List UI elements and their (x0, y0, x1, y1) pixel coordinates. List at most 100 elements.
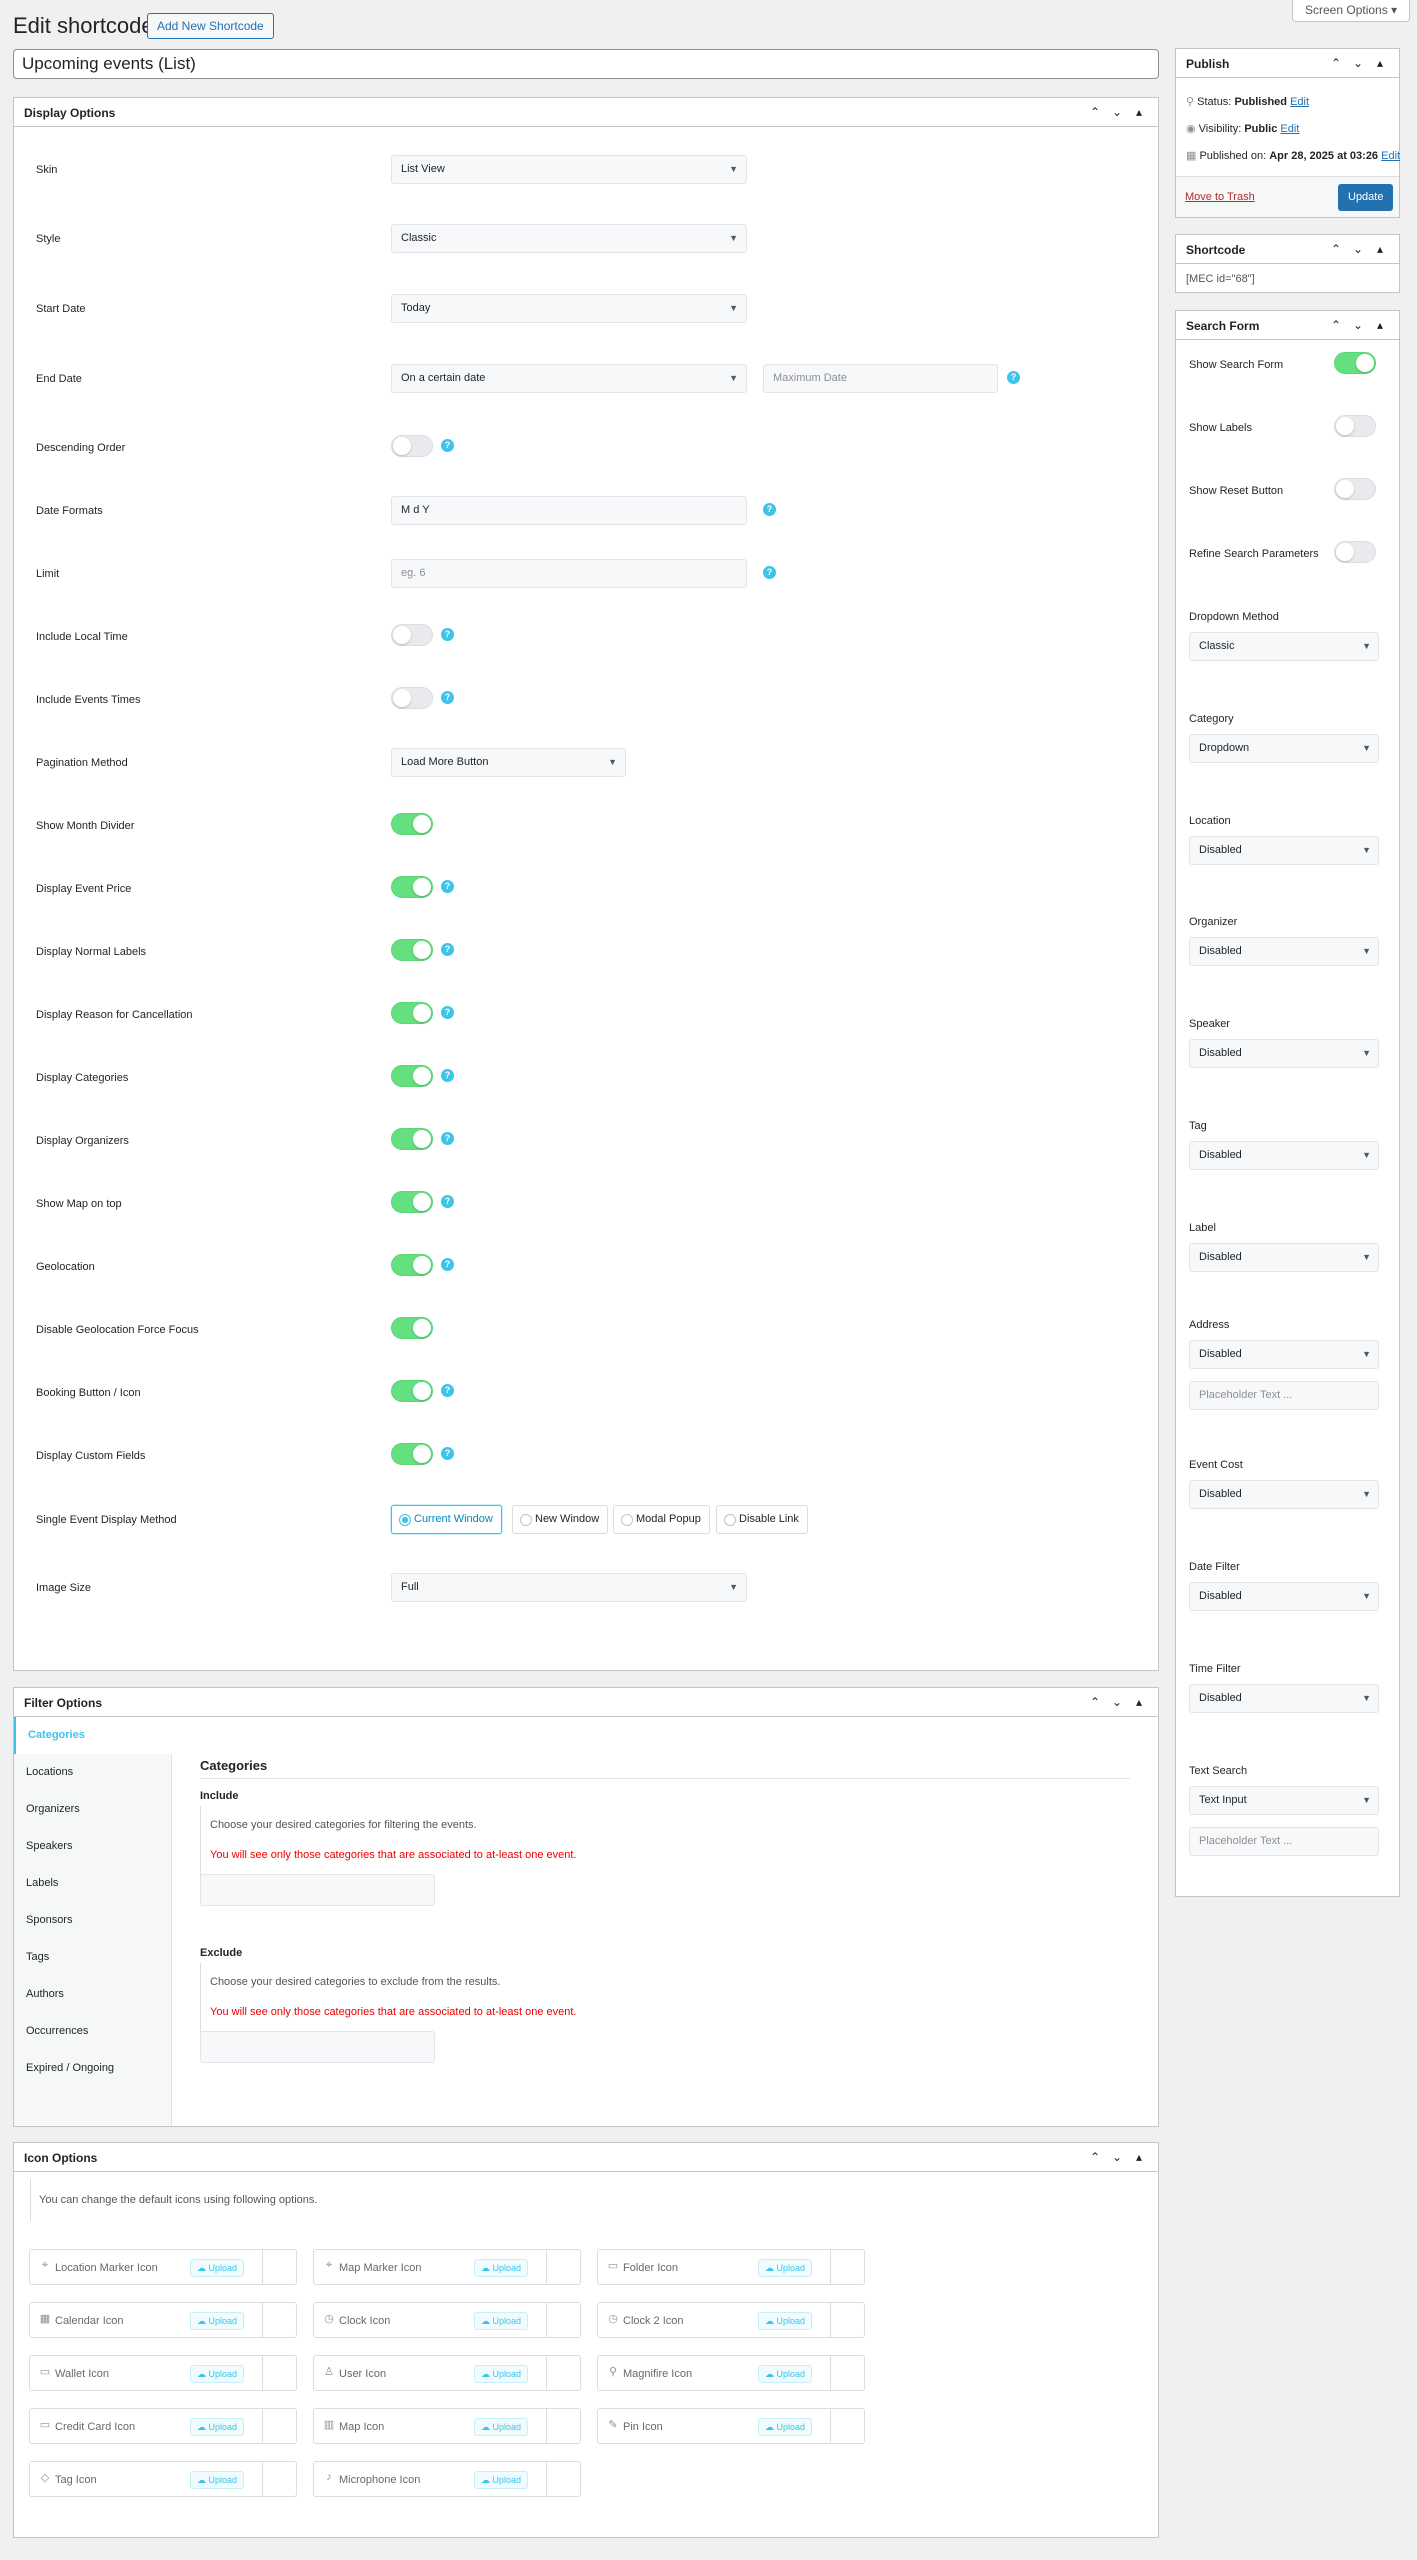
display-method-radio[interactable]: Current Window (391, 1505, 502, 1534)
move-down-icon[interactable]: ⌄ (1108, 1693, 1126, 1711)
move-up-icon[interactable]: ⌃ (1086, 2148, 1104, 2166)
edit-status-link[interactable]: Edit (1290, 96, 1309, 108)
display-method-radio[interactable]: New Window (512, 1505, 609, 1534)
shortcode-value[interactable]: [MEC id="68"] (1186, 273, 1255, 285)
move-up-icon[interactable]: ⌃ (1086, 1693, 1104, 1711)
style-select[interactable]: Classic ▼ (391, 224, 747, 253)
upload-button[interactable]: ☁ Upload (474, 2365, 529, 2383)
upload-button[interactable]: ☁ Upload (474, 2471, 529, 2489)
option-toggle[interactable] (391, 1443, 433, 1465)
upload-button[interactable]: ☁ Upload (190, 2259, 245, 2277)
upload-button[interactable]: ☁ Upload (474, 2312, 529, 2330)
help-icon[interactable]: ? (441, 943, 454, 956)
move-down-icon[interactable]: ⌄ (1349, 240, 1367, 258)
filter-tab[interactable]: Speakers (14, 1828, 171, 1865)
filter-tab[interactable]: Locations (14, 1754, 171, 1791)
help-icon[interactable]: ? (441, 880, 454, 893)
collapse-icon[interactable]: ▴ (1371, 54, 1389, 72)
post-title-input[interactable]: Upcoming events (List) (13, 49, 1159, 79)
help-icon[interactable]: ? (441, 1195, 454, 1208)
image-size-select[interactable]: Full ▼ (391, 1573, 747, 1602)
help-icon[interactable]: ? (763, 566, 776, 579)
event-cost-select[interactable]: Disabled ▼ (1189, 1480, 1379, 1509)
search-field-select[interactable]: Disabled ▼ (1189, 1039, 1379, 1069)
filter-tab[interactable]: Expired / Ongoing (14, 2050, 171, 2087)
search-option-toggle[interactable] (1334, 541, 1376, 563)
search-option-toggle[interactable] (1334, 415, 1376, 437)
filter-tab[interactable]: Sponsors (14, 1902, 171, 1939)
upload-button[interactable]: ☁ Upload (474, 2259, 529, 2277)
upload-button[interactable]: ☁ Upload (190, 2471, 245, 2489)
filter-tab[interactable]: Tags (14, 1939, 171, 1976)
option-toggle[interactable] (391, 1128, 433, 1150)
search-option-toggle[interactable] (1334, 478, 1376, 500)
exclude-categories-select[interactable] (200, 2031, 435, 2063)
update-button[interactable]: Update (1338, 184, 1394, 211)
help-icon[interactable]: ? (441, 439, 454, 452)
search-form-header[interactable]: Search Form ⌃ ⌄ ▴ (1176, 311, 1399, 340)
end-date-select[interactable]: On a certain date ▼ (391, 364, 747, 393)
search-field-select[interactable]: Dropdown ▼ (1189, 734, 1379, 763)
text-search-select[interactable]: Text Input ▼ (1189, 1786, 1379, 1815)
upload-button[interactable]: ☁ Upload (190, 2418, 245, 2436)
upload-button[interactable]: ☁ Upload (758, 2418, 813, 2436)
pagination-method-select[interactable]: Load More Button ▼ (391, 748, 626, 777)
search-field-select[interactable]: Disabled ▼ (1189, 1140, 1379, 1170)
collapse-icon[interactable]: ▴ (1130, 103, 1148, 121)
collapse-icon[interactable]: ▴ (1130, 2148, 1148, 2166)
collapse-icon[interactable]: ▴ (1130, 1693, 1148, 1711)
help-icon[interactable]: ? (1007, 371, 1020, 384)
help-icon[interactable]: ? (441, 691, 454, 704)
search-field-select[interactable]: Disabled ▼ (1189, 1242, 1379, 1272)
edit-date-link[interactable]: Edit (1381, 150, 1400, 162)
option-toggle[interactable] (391, 1254, 433, 1276)
display-method-radio[interactable]: Disable Link (716, 1505, 808, 1534)
address-placeholder-input[interactable]: Placeholder Text ... (1189, 1381, 1379, 1410)
move-down-icon[interactable]: ⌄ (1108, 103, 1126, 121)
date-filter-select[interactable]: Disabled ▼ (1189, 1582, 1379, 1611)
move-up-icon[interactable]: ⌃ (1086, 103, 1104, 121)
search-field-select[interactable]: Disabled ▼ (1189, 835, 1379, 865)
include-events-times-toggle[interactable] (391, 687, 433, 709)
include-categories-select[interactable] (200, 1874, 435, 1906)
option-toggle[interactable] (391, 876, 433, 898)
address-select[interactable]: Disabled ▼ (1189, 1340, 1379, 1369)
shortcode-header[interactable]: Shortcode ⌃ ⌄ ▴ (1176, 235, 1399, 264)
filter-options-header[interactable]: Filter Options ⌃ ⌄ ▴ (14, 1688, 1158, 1717)
help-icon[interactable]: ? (441, 1069, 454, 1082)
option-toggle[interactable] (391, 1065, 433, 1087)
filter-tab[interactable]: Occurrences (14, 2013, 171, 2050)
option-toggle[interactable] (391, 1380, 433, 1402)
descending-order-toggle[interactable] (391, 435, 433, 457)
help-icon[interactable]: ? (763, 503, 776, 516)
text-search-placeholder-input[interactable]: Placeholder Text ... (1189, 1827, 1379, 1856)
option-toggle[interactable] (391, 1191, 433, 1213)
help-icon[interactable]: ? (441, 1447, 454, 1460)
upload-button[interactable]: ☁ Upload (758, 2312, 813, 2330)
upload-button[interactable]: ☁ Upload (190, 2365, 245, 2383)
start-date-select[interactable]: Today ▼ (391, 294, 747, 323)
help-icon[interactable]: ? (441, 1384, 454, 1397)
move-down-icon[interactable]: ⌄ (1349, 54, 1367, 72)
icon-options-header[interactable]: Icon Options ⌃ ⌄ ▴ (14, 2143, 1158, 2172)
filter-tab[interactable]: Categories (14, 1717, 172, 1754)
filter-tab[interactable]: Organizers (14, 1791, 171, 1828)
skin-select[interactable]: List View ▼ (391, 155, 747, 184)
time-filter-select[interactable]: Disabled ▼ (1189, 1684, 1379, 1713)
include-local-time-toggle[interactable] (391, 624, 433, 646)
edit-visibility-link[interactable]: Edit (1280, 123, 1299, 135)
display-options-header[interactable]: Display Options ⌃ ⌄ ▴ (14, 98, 1158, 127)
move-down-icon[interactable]: ⌄ (1108, 2148, 1126, 2166)
collapse-icon[interactable]: ▴ (1371, 316, 1389, 334)
move-down-icon[interactable]: ⌄ (1349, 316, 1367, 334)
dropdown-method-select[interactable]: Classic ▼ (1189, 632, 1379, 661)
upload-button[interactable]: ☁ Upload (758, 2365, 813, 2383)
help-icon[interactable]: ? (441, 628, 454, 641)
option-toggle[interactable] (391, 1002, 433, 1024)
filter-tab[interactable]: Labels (14, 1865, 171, 1902)
upload-button[interactable]: ☁ Upload (758, 2259, 813, 2277)
option-toggle[interactable] (391, 813, 433, 835)
upload-button[interactable]: ☁ Upload (190, 2312, 245, 2330)
search-field-select[interactable]: Disabled ▼ (1189, 937, 1379, 967)
add-new-shortcode-button[interactable]: Add New Shortcode (147, 13, 274, 39)
